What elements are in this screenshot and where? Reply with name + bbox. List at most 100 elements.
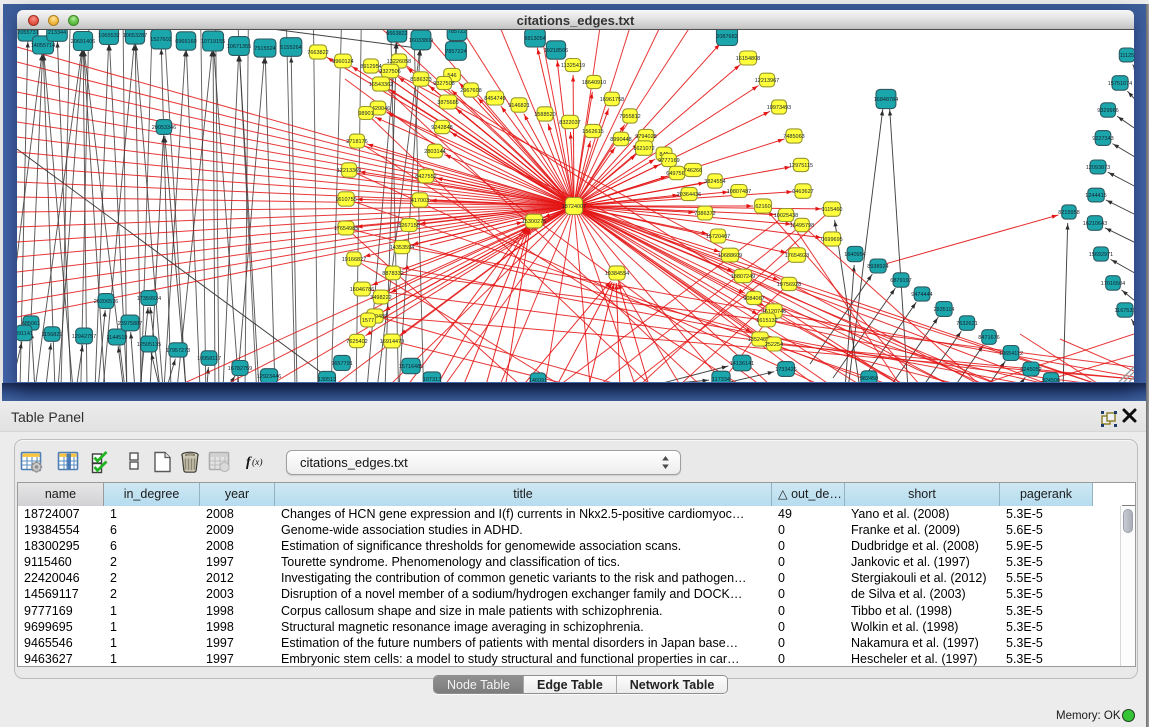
svg-text:2718176: 2718176 — [346, 139, 367, 145]
svg-text:15300275: 15300275 — [522, 219, 546, 225]
svg-text:8427552: 8427552 — [415, 174, 436, 180]
svg-text:1527602: 1527602 — [150, 37, 171, 43]
svg-text:1065532: 1065532 — [98, 33, 119, 39]
svg-text:16154808: 16154808 — [736, 56, 760, 62]
svg-text:7955812: 7955812 — [619, 114, 640, 120]
svg-text:17957273: 17957273 — [166, 348, 190, 354]
svg-text:1244415: 1244415 — [1085, 193, 1106, 199]
svg-text:15720407: 15720407 — [706, 234, 730, 240]
svg-text:16961758: 16961758 — [600, 97, 624, 103]
svg-text:12505135: 12505135 — [137, 342, 161, 348]
svg-text:6966160: 6966160 — [175, 39, 196, 45]
svg-text:12213369: 12213369 — [337, 168, 361, 174]
svg-text:9327506: 9327506 — [379, 69, 400, 75]
svg-text:9474444: 9474444 — [911, 292, 932, 298]
svg-text:5155264: 5155264 — [280, 45, 301, 51]
svg-text:18640910: 18640910 — [582, 80, 606, 86]
svg-text:16914479: 16914479 — [380, 339, 404, 345]
svg-text:1588520: 1588520 — [534, 112, 555, 118]
svg-text:98901: 98901 — [358, 111, 373, 117]
svg-text:6879197: 6879197 — [890, 278, 911, 284]
svg-text:17359924: 17359924 — [137, 296, 161, 302]
svg-text:14136141: 14136141 — [730, 361, 754, 367]
svg-text:16782759: 16782759 — [228, 366, 252, 372]
svg-text:8215958: 8215958 — [1058, 210, 1079, 216]
svg-text:9657791: 9657791 — [331, 361, 352, 367]
svg-text:8960124: 8960124 — [332, 59, 353, 65]
svg-text:3498222: 3498222 — [370, 295, 391, 301]
svg-text:9115460: 9115460 — [821, 207, 842, 213]
svg-text:9146821: 9146821 — [508, 103, 529, 109]
svg-text:8878332: 8878332 — [382, 271, 403, 277]
svg-text:8471676: 8471676 — [978, 335, 999, 341]
svg-text:(x): (x) — [252, 457, 263, 468]
svg-text:7857224: 7857224 — [445, 49, 466, 55]
svg-text:9794028: 9794028 — [635, 134, 656, 140]
svg-text:2055731: 2055731 — [17, 30, 38, 36]
svg-text:20691406: 20691406 — [71, 39, 95, 45]
svg-text:9227343: 9227343 — [1092, 136, 1113, 142]
svg-text:8454749: 8454749 — [484, 96, 505, 102]
svg-text:7663822: 7663822 — [307, 50, 328, 56]
svg-text:9663822: 9663822 — [386, 31, 407, 37]
svg-text:9463627: 9463627 — [792, 189, 813, 195]
svg-text:7386372: 7386372 — [694, 211, 715, 217]
svg-text:10688609: 10688609 — [718, 253, 742, 259]
svg-text:9777169: 9777169 — [658, 158, 679, 164]
svg-text:2087682: 2087682 — [716, 34, 737, 40]
svg-text:15716485: 15716485 — [399, 364, 423, 370]
svg-text:7485063: 7485063 — [783, 134, 804, 140]
svg-text:18807249: 18807249 — [731, 274, 755, 280]
svg-text:8990448: 8990448 — [610, 137, 631, 143]
svg-text:10719155: 10719155 — [201, 39, 225, 45]
svg-text:16210643: 16210643 — [1083, 221, 1107, 227]
svg-text:20206576: 20206576 — [94, 299, 118, 305]
svg-text:62160: 62160 — [755, 204, 770, 210]
svg-text:23975887: 23975887 — [118, 321, 142, 327]
svg-text:12923446: 12923446 — [257, 374, 281, 380]
svg-text:7515524: 7515524 — [254, 46, 275, 52]
svg-text:9327508: 9327508 — [433, 81, 454, 87]
svg-text:8322037: 8322037 — [559, 120, 580, 126]
svg-text:2967608: 2967608 — [460, 88, 481, 94]
svg-text:11325419: 11325419 — [561, 63, 585, 69]
svg-text:982450: 982450 — [860, 376, 878, 382]
svg-text:1577: 1577 — [362, 318, 374, 324]
svg-text:17016504: 17016504 — [1101, 281, 1125, 287]
svg-text:18724007: 18724007 — [562, 204, 586, 210]
svg-text:1167533: 1167533 — [1114, 308, 1134, 314]
svg-text:130513: 130513 — [318, 377, 336, 382]
svg-text:146091: 146091 — [529, 378, 547, 382]
svg-text:117334: 117334 — [712, 377, 730, 382]
svg-text:1615132: 1615132 — [756, 318, 777, 324]
svg-text:19756928: 19756928 — [777, 282, 801, 288]
svg-text:16046786: 16046786 — [350, 287, 374, 293]
svg-text:12213967: 12213967 — [755, 78, 779, 84]
svg-text:10654112: 10654112 — [999, 351, 1023, 357]
svg-text:16543362: 16543362 — [369, 82, 393, 88]
svg-text:8267150: 8267150 — [398, 223, 419, 229]
svg-text:252254: 252254 — [765, 342, 783, 348]
svg-text:9329966: 9329966 — [1097, 108, 1118, 114]
svg-text:16848784: 16848784 — [874, 97, 898, 103]
svg-text:12975115: 12975115 — [789, 163, 813, 169]
svg-text:391141: 391141 — [17, 331, 33, 337]
svg-text:213344: 213344 — [48, 30, 66, 36]
svg-text:1610755: 1610755 — [335, 197, 356, 203]
svg-text:785722: 785722 — [448, 30, 466, 35]
svg-text:7632621: 7632621 — [956, 321, 977, 327]
svg-text:12942757: 12942757 — [72, 334, 96, 340]
svg-text:12093873: 12093873 — [1086, 165, 1110, 171]
svg-text:10653287: 10653287 — [123, 33, 147, 39]
svg-text:2803144: 2803144 — [424, 149, 445, 155]
svg-text:20364436: 20364436 — [677, 192, 701, 198]
svg-text:1156829: 1156829 — [41, 332, 62, 338]
svg-text:1144519: 1144519 — [106, 335, 127, 341]
svg-text:16495798: 16495798 — [790, 223, 814, 229]
svg-text:746266: 746266 — [684, 168, 702, 174]
svg-text:17654923: 17654923 — [785, 253, 809, 259]
svg-text:11125: 11125 — [1120, 53, 1134, 59]
svg-text:14353594: 14353594 — [390, 245, 414, 251]
svg-text:14055714: 14055714 — [31, 43, 55, 49]
svg-text:417003: 417003 — [411, 198, 429, 204]
